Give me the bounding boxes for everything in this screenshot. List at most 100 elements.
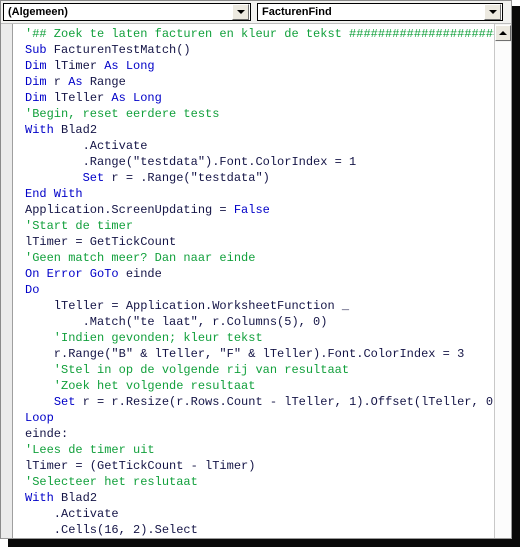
code-line[interactable]: lTeller = Application.WorksheetFunction …: [25, 298, 494, 314]
chevron-down-icon[interactable]: [232, 4, 249, 20]
code-line[interactable]: Dim lTimer As Long: [25, 58, 494, 74]
code-token-plain: .Activate: [25, 507, 119, 521]
code-token-comment: 'Zoek het volgende resultaat: [25, 379, 256, 393]
code-token-plain: r: [46, 75, 69, 89]
code-token-kw: Loop: [25, 411, 54, 425]
code-pane-dropdown-bar: (Algemeen) FacturenFind: [1, 1, 511, 23]
code-line[interactable]: Loop: [25, 410, 494, 426]
code-line[interactable]: 'Start de timer: [25, 218, 494, 234]
code-line[interactable]: End With: [25, 186, 494, 202]
code-token-plain: einde: [118, 267, 162, 281]
procedure-name-dropdown[interactable]: FacturenFind: [257, 3, 503, 21]
scroll-up-arrow-icon[interactable]: [495, 25, 511, 41]
code-line[interactable]: Set r = r.Resize(r.Rows.Count - lTeller,…: [25, 394, 494, 410]
code-line[interactable]: .Range("testdata").Font.ColorIndex = 1: [25, 154, 494, 170]
code-token-kw: Set: [82, 171, 105, 185]
code-token-plain: Blad2: [53, 491, 98, 505]
code-scroll-viewport[interactable]: '## Zoek te laten facturen en kleur de t…: [14, 24, 494, 538]
code-token-plain: lTeller = Application.WorksheetFunction …: [25, 299, 350, 313]
code-token-kw: With: [25, 491, 54, 505]
code-line[interactable]: 'Indien gevonden; kleur tekst: [25, 330, 494, 346]
code-line[interactable]: Dim r As Range: [25, 74, 494, 90]
code-line[interactable]: 'Geen match meer? Dan naar einde: [25, 250, 494, 266]
procedure-name-dropdown-value: FacturenFind: [262, 6, 332, 18]
code-token-plain: einde:: [25, 427, 69, 441]
code-token-plain: .Range("testdata").Font.ColorIndex = 1: [25, 155, 357, 169]
code-token-comment: 'Begin, reset eerdere tests: [25, 107, 220, 121]
code-token-plain: Blad2: [53, 123, 98, 137]
code-token-kw: As: [104, 59, 119, 73]
code-token-plain: Range: [82, 75, 126, 89]
code-line[interactable]: With Blad2: [25, 490, 494, 506]
code-line[interactable]: Set r = .Range("testdata"): [25, 170, 494, 186]
code-token-plain: .Match("te laat", r.Columns(5), 0): [25, 315, 328, 329]
code-token-plain: r.Range("B" & lTeller, "F" & lTeller).Fo…: [25, 347, 465, 361]
code-token-kw: With: [25, 123, 54, 137]
code-token-kw: Do: [25, 283, 40, 297]
code-token-comment: 'Stel in op de volgende rij van resultaa…: [25, 363, 350, 377]
code-token-kw: As: [111, 91, 126, 105]
code-token-comment: 'Lees de timer uit: [25, 443, 155, 457]
code-token-kw: Sub: [25, 43, 47, 57]
code-token-comment: 'Selecteer het reslutaat: [25, 475, 198, 489]
code-listing[interactable]: '## Zoek te laten facturen en kleur de t…: [14, 24, 494, 538]
code-token-kw: As: [68, 75, 83, 89]
code-token-comment: 'Start de timer: [25, 219, 134, 233]
code-token-kw: Dim: [25, 91, 47, 105]
code-token-kw: End With: [25, 187, 83, 201]
procedure-scope-dropdown-value: (Algemeen): [8, 6, 68, 18]
code-vertical-scrollbar[interactable]: [494, 24, 511, 538]
code-line[interactable]: '## Zoek te laten facturen en kleur de t…: [25, 26, 494, 42]
vba-code-pane-window: (Algemeen) FacturenFind '## Zoek te late…: [0, 0, 512, 539]
code-token-plain: lTimer: [46, 59, 105, 73]
code-margin-indicator-bar[interactable]: [1, 24, 13, 538]
code-vertical-scrollbar-track[interactable]: [495, 42, 511, 538]
code-line[interactable]: lTimer = GetTickCount: [25, 234, 494, 250]
code-token-plain: lTeller: [46, 91, 112, 105]
code-token-plain: lTimer = (GetTickCount - lTimer): [25, 459, 256, 473]
code-line[interactable]: 'Begin, reset eerdere tests: [25, 106, 494, 122]
code-line[interactable]: Dim lTeller As Long: [25, 90, 494, 106]
code-token-kw: On Error GoTo: [25, 267, 119, 281]
code-token-plain: .Activate: [25, 139, 148, 153]
window-shadow-bottom: [8, 539, 520, 547]
code-token-plain: lTimer = GetTickCount: [25, 235, 177, 249]
code-line[interactable]: On Error GoTo einde: [25, 266, 494, 282]
code-token-plain: .Cells(16, 2).Select: [25, 523, 198, 537]
code-token-comment: 'Indien gevonden; kleur tekst: [25, 331, 263, 345]
code-line[interactable]: Sub FacturenTestMatch(): [25, 42, 494, 58]
code-line[interactable]: 'Selecteer het reslutaat: [25, 474, 494, 490]
code-line[interactable]: Do: [25, 282, 494, 298]
code-line[interactable]: With Blad2: [25, 122, 494, 138]
code-token-plain: r = r.Resize(r.Rows.Count - lTeller, 1).…: [75, 395, 494, 409]
code-token-kw: Long: [125, 59, 155, 73]
code-editor-area[interactable]: '## Zoek te laten facturen en kleur de t…: [1, 23, 511, 538]
code-token-comment: 'Geen match meer? Dan naar einde: [25, 251, 256, 265]
code-token-kw: Set: [53, 395, 76, 409]
code-line[interactable]: 'Lees de timer uit: [25, 442, 494, 458]
code-line[interactable]: 'Zoek het volgende resultaat: [25, 378, 494, 394]
code-line[interactable]: 'Stel in op de volgende rij van resultaa…: [25, 362, 494, 378]
procedure-scope-dropdown[interactable]: (Algemeen): [3, 3, 251, 21]
code-token-kw: Dim: [25, 75, 47, 89]
code-token-kw: Long: [133, 91, 162, 105]
code-line[interactable]: lTimer = (GetTickCount - lTimer): [25, 458, 494, 474]
code-line[interactable]: .Match("te laat", r.Columns(5), 0): [25, 314, 494, 330]
code-token-plain: FacturenTestMatch(): [46, 43, 191, 57]
chevron-down-icon[interactable]: [484, 4, 501, 20]
code-line[interactable]: .Cells(16, 2).Select: [25, 522, 494, 538]
code-line[interactable]: .Activate: [25, 138, 494, 154]
code-token-plain: Application.ScreenUpdating =: [25, 203, 234, 217]
code-token-plain: r = .Range("testdata"): [104, 171, 270, 185]
code-token-kw: Dim: [25, 59, 47, 73]
code-line[interactable]: einde:: [25, 426, 494, 442]
code-line[interactable]: Application.ScreenUpdating = False: [25, 202, 494, 218]
code-token-kw: False: [233, 203, 270, 217]
code-token-comment: '## Zoek te laten facturen en kleur de t…: [25, 27, 494, 41]
code-line[interactable]: r.Range("B" & lTeller, "F" & lTeller).Fo…: [25, 346, 494, 362]
code-line[interactable]: .Activate: [25, 506, 494, 522]
